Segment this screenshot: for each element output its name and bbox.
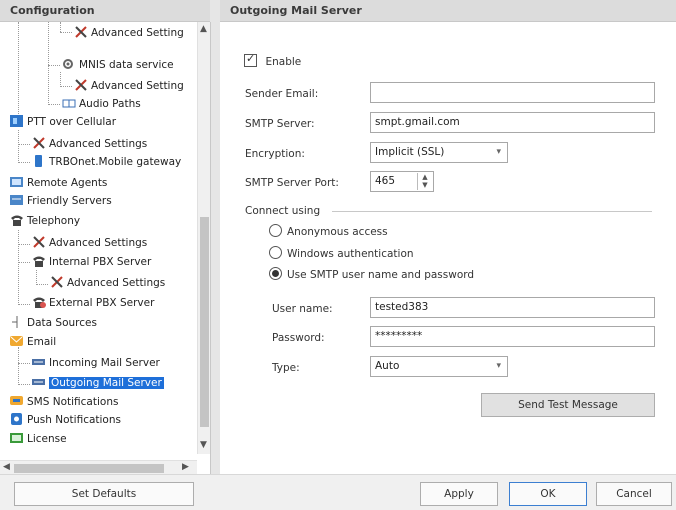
type-label: Type: (272, 362, 300, 374)
tree-item-data-sources[interactable]: Data Sources (10, 314, 100, 332)
type-select[interactable]: Auto ▾ (370, 356, 508, 377)
ptt-icon (10, 115, 24, 127)
tree-item-sms-notifications[interactable]: SMS Notifications (10, 393, 121, 411)
scroll-left-icon[interactable]: ◀ (3, 462, 10, 472)
tree-item-mnis-data-service[interactable]: MNIS data service (62, 56, 177, 74)
push-icon (10, 413, 24, 425)
encryption-select[interactable]: Implicit (SSL) ▾ (370, 142, 508, 163)
sender-email-label: Sender Email: (245, 88, 319, 100)
tree-item-incoming-mail-server[interactable]: Incoming Mail Server (32, 354, 163, 372)
group-divider (332, 211, 652, 212)
tree-item-telephony[interactable]: Telephony (10, 212, 83, 230)
password-field[interactable]: ********* (370, 326, 655, 347)
gear-icon (62, 58, 76, 70)
checkbox-box[interactable]: ✓ (244, 52, 257, 67)
smtp-port-stepper[interactable]: 465 ▲ ▼ (370, 171, 434, 192)
bottom-button-bar: Set Defaults Apply OK Cancel (0, 474, 676, 510)
cancel-button[interactable]: Cancel (596, 482, 672, 506)
configuration-tree[interactable]: Advanced Setting MNIS data service Advan… (0, 22, 211, 474)
tree-item-friendly-servers[interactable]: Friendly Servers (10, 192, 115, 210)
sender-email-field[interactable] (370, 82, 655, 103)
tree-item-trbonet-mobile-gateway[interactable]: TRBOnet.Mobile gateway (32, 153, 184, 171)
scroll-right-icon[interactable]: ▶ (182, 462, 189, 472)
mobile-icon (32, 155, 46, 167)
scrollbar-thumb[interactable] (14, 464, 164, 473)
tree-item-push-notifications[interactable]: Push Notifications (10, 411, 124, 429)
tree-vertical-scrollbar[interactable]: ▲ ▼ (197, 22, 210, 454)
encryption-label: Encryption: (245, 148, 305, 160)
tree-item-email[interactable]: Email (10, 333, 59, 351)
tree-item-internal-pbx-server[interactable]: Internal PBX Server (32, 253, 154, 271)
scroll-down-icon[interactable]: ▼ (200, 440, 207, 450)
smtp-server-label: SMTP Server: (245, 118, 315, 130)
radio-button[interactable] (269, 224, 282, 237)
wrench-icon (32, 137, 46, 149)
scroll-up-icon[interactable]: ▲ (200, 24, 207, 34)
set-defaults-button[interactable]: Set Defaults (14, 482, 194, 506)
external-pbx-icon (32, 296, 46, 308)
pane-splitter[interactable] (210, 0, 220, 474)
enable-checkbox[interactable]: ✓ Enable (244, 52, 301, 68)
wrench-icon (74, 26, 88, 38)
stepper-arrows-icon[interactable]: ▲ ▼ (417, 173, 432, 190)
mail-server-icon (32, 356, 46, 368)
wrench-icon (32, 236, 46, 248)
tree-horizontal-scrollbar[interactable]: ◀ ▶ (0, 460, 197, 474)
smtp-port-label: SMTP Server Port: (245, 177, 339, 189)
email-icon (10, 335, 24, 347)
check-icon: ✓ (246, 52, 256, 65)
configuration-header: Configuration (0, 0, 210, 22)
tree-item-audio-paths[interactable]: Audio Paths (62, 95, 144, 113)
password-label: Password: (272, 332, 325, 344)
license-icon (10, 432, 24, 444)
chevron-down-icon: ▾ (496, 361, 501, 371)
telephone-icon (32, 255, 46, 267)
tree-item-advanced-settings[interactable]: Advanced Settings (50, 274, 168, 292)
tree-item-remote-agents[interactable]: Remote Agents (10, 174, 110, 192)
wrench-icon (74, 79, 88, 91)
sms-icon (10, 395, 24, 407)
tree-item-advanced-settings[interactable]: Advanced Settings (32, 234, 150, 252)
data-sources-icon (10, 316, 24, 328)
audio-paths-icon (62, 97, 76, 109)
outgoing-mail-server-header: Outgoing Mail Server (220, 0, 676, 22)
radio-smtp-credentials[interactable]: Use SMTP user name and password (269, 267, 474, 283)
tree-item-external-pbx-server[interactable]: External PBX Server (32, 294, 157, 312)
mail-server-icon (32, 376, 46, 388)
tree-item-advanced-setting[interactable]: Advanced Setting (74, 24, 187, 42)
radio-anonymous-access[interactable]: Anonymous access (269, 224, 388, 240)
servers-icon (10, 194, 24, 206)
telephone-icon (10, 214, 24, 226)
radio-windows-authentication[interactable]: Windows authentication (269, 246, 414, 262)
settings-form: ✓ Enable Sender Email: SMTP Server: smpt… (220, 22, 676, 474)
radio-button[interactable] (269, 246, 282, 259)
tree-item-ptt-over-cellular[interactable]: PTT over Cellular (10, 113, 119, 131)
scrollbar-thumb[interactable] (200, 217, 209, 427)
username-label: User name: (272, 303, 333, 315)
tree-item-advanced-settings[interactable]: Advanced Settings (32, 135, 150, 153)
username-field[interactable]: tested383 (370, 297, 655, 318)
radio-button[interactable] (269, 267, 282, 280)
apply-button[interactable]: Apply (420, 482, 498, 506)
tree-item-license[interactable]: License (10, 430, 70, 448)
connect-using-label: Connect using (245, 205, 321, 217)
send-test-message-button[interactable]: Send Test Message (481, 393, 655, 417)
tree-item-advanced-setting[interactable]: Advanced Setting (74, 77, 187, 95)
remote-agents-icon (10, 176, 24, 188)
ok-button[interactable]: OK (509, 482, 587, 506)
wrench-icon (50, 276, 64, 288)
smtp-server-field[interactable]: smpt.gmail.com (370, 112, 655, 133)
tree-item-outgoing-mail-server[interactable]: Outgoing Mail Server (32, 374, 167, 392)
chevron-down-icon: ▾ (496, 147, 501, 157)
